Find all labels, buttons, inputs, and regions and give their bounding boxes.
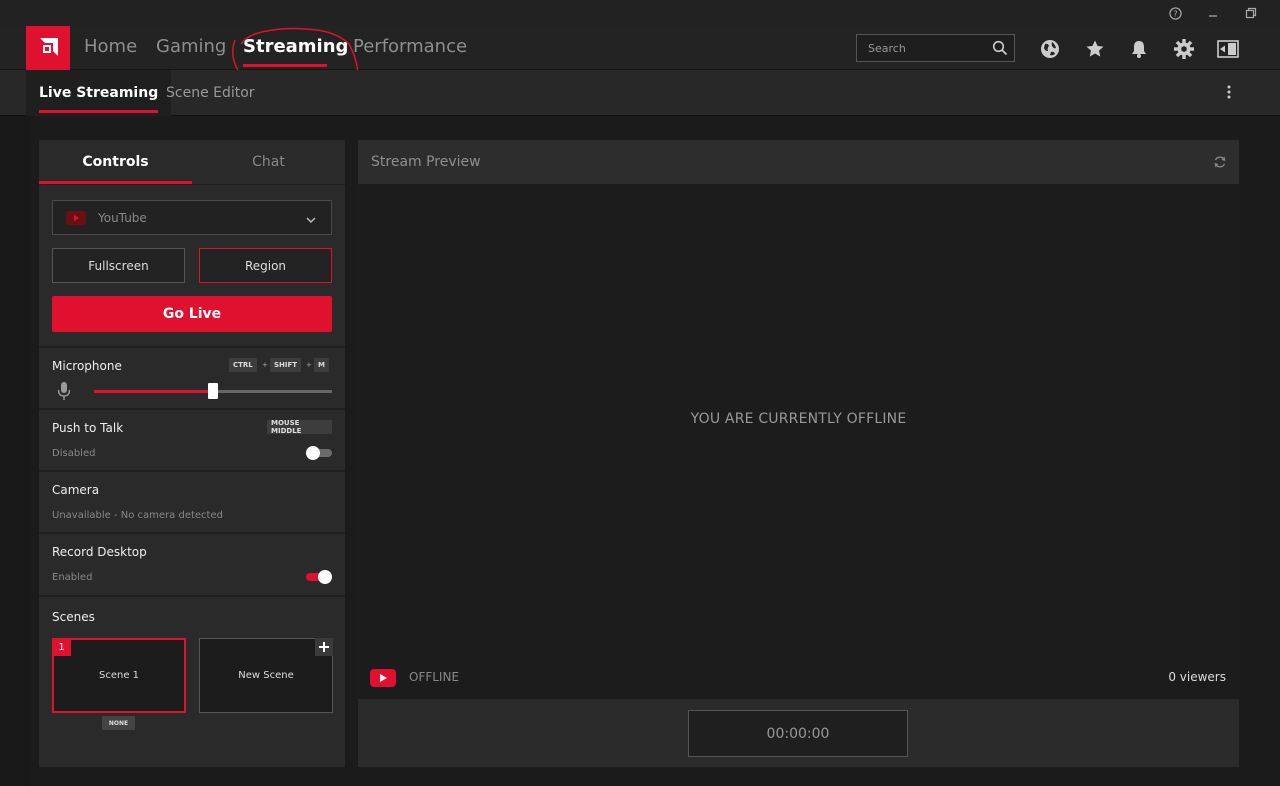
push-to-talk-status: Disabled (52, 448, 96, 459)
divider (39, 470, 345, 472)
youtube-icon (66, 210, 86, 225)
push-to-talk-toggle[interactable] (306, 446, 332, 460)
record-desktop-toggle[interactable] (306, 570, 332, 584)
tab-chat-label: Chat (252, 154, 285, 170)
divider (39, 532, 345, 534)
search-input[interactable] (857, 35, 987, 61)
amd-logo[interactable] (26, 26, 70, 70)
globe-icon[interactable] (1039, 38, 1061, 60)
hotkey-shift: SHIFT (270, 358, 302, 372)
youtube-icon (370, 669, 396, 687)
scene-card-1[interactable]: 1 Scene 1 (52, 638, 186, 713)
stream-preview-header: Stream Preview (358, 140, 1239, 184)
sidebar-toggle-icon[interactable] (1217, 38, 1239, 60)
tab-controls[interactable]: Controls (39, 140, 192, 184)
tab-live-streaming-label: Live Streaming (39, 85, 159, 101)
record-desktop-label: Record Desktop (52, 545, 147, 559)
tab-scene-editor-label: Scene Editor (166, 85, 255, 101)
record-desktop-status: Enabled (52, 572, 93, 583)
tabs-divider (39, 184, 345, 185)
microphone-volume-slider[interactable] (94, 383, 332, 399)
camera-status: Unavailable - No camera detected (52, 510, 223, 521)
help-icon[interactable]: ? (1167, 5, 1183, 21)
toggle-knob (306, 446, 320, 460)
camera-label: Camera (52, 483, 100, 497)
bell-icon[interactable] (1128, 38, 1150, 60)
stream-status: OFFLINE (409, 670, 460, 684)
tab-live-streaming[interactable]: Live Streaming (26, 70, 172, 116)
divider (39, 408, 345, 410)
hotkey-m: M (314, 358, 329, 372)
toggle-knob (318, 570, 332, 584)
new-scene-card[interactable]: New Scene (199, 638, 333, 713)
minimize-icon[interactable] (1205, 5, 1221, 21)
search-box[interactable] (856, 34, 1015, 62)
nav-active-underline (243, 64, 327, 67)
star-icon[interactable] (1084, 38, 1106, 60)
restore-icon[interactable] (1243, 5, 1259, 21)
tab-active-underline (39, 110, 159, 113)
gear-icon[interactable] (1173, 38, 1195, 60)
background-strip (0, 116, 30, 786)
push-to-talk-label: Push to Talk (52, 421, 124, 435)
hotkey-plus: + (262, 361, 268, 369)
region-button[interactable]: Region (199, 248, 332, 283)
platform-label: YouTube (98, 210, 147, 225)
platform-select[interactable]: YouTube (52, 200, 332, 235)
refresh-icon[interactable] (1213, 154, 1227, 173)
stream-preview-panel: Stream Preview YOU ARE CURRENTLY OFFLINE… (358, 140, 1239, 767)
stream-preview-title: Stream Preview (371, 154, 481, 170)
microphone-icon[interactable] (57, 381, 71, 405)
title-bar: ? (0, 0, 1280, 26)
tab-controls-label: Controls (82, 154, 149, 170)
hotkey-mouse-middle: MOUSE MIDDLE (267, 419, 332, 435)
chevron-down-icon (305, 211, 317, 230)
slider-thumb[interactable] (208, 383, 218, 399)
slider-fill (94, 390, 213, 393)
main-nav: Home Gaming Streaming Performance (0, 26, 1280, 70)
offline-message: YOU ARE CURRENTLY OFFLINE (690, 411, 907, 427)
viewer-count: 0 viewers (1168, 670, 1226, 684)
more-options-icon[interactable] (1224, 84, 1234, 102)
tab-chat[interactable]: Chat (192, 140, 345, 184)
scenes-label: Scenes (52, 610, 95, 624)
sub-nav: Live Streaming Scene Editor (0, 70, 1280, 116)
nav-gaming[interactable]: Gaming (156, 36, 226, 57)
timer-bar: 00:00:00 (358, 699, 1239, 767)
nav-streaming[interactable]: Streaming (243, 36, 348, 57)
tab-scene-editor[interactable]: Scene Editor (166, 70, 255, 116)
scene-number: 1 (52, 638, 71, 656)
go-live-button[interactable]: Go Live (52, 296, 332, 332)
hotkey-ctrl: CTRL (229, 358, 257, 372)
svg-text:?: ? (1173, 8, 1177, 18)
controls-panel: Controls Chat YouTube Fullscreen Region … (39, 140, 345, 767)
new-scene-label: New Scene (238, 670, 294, 681)
nav-home[interactable]: Home (84, 36, 137, 57)
divider (39, 595, 345, 597)
scene-name: Scene 1 (98, 670, 140, 681)
nav-performance[interactable]: Performance (353, 36, 467, 57)
hotkey-plus: + (306, 361, 312, 369)
microphone-label: Microphone (52, 359, 122, 373)
stream-timer: 00:00:00 (688, 710, 908, 757)
scene-badge: NONE (102, 716, 135, 730)
fullscreen-button[interactable]: Fullscreen (52, 248, 185, 283)
plus-icon[interactable] (315, 638, 333, 656)
search-icon[interactable] (992, 40, 1008, 60)
divider (39, 346, 345, 348)
